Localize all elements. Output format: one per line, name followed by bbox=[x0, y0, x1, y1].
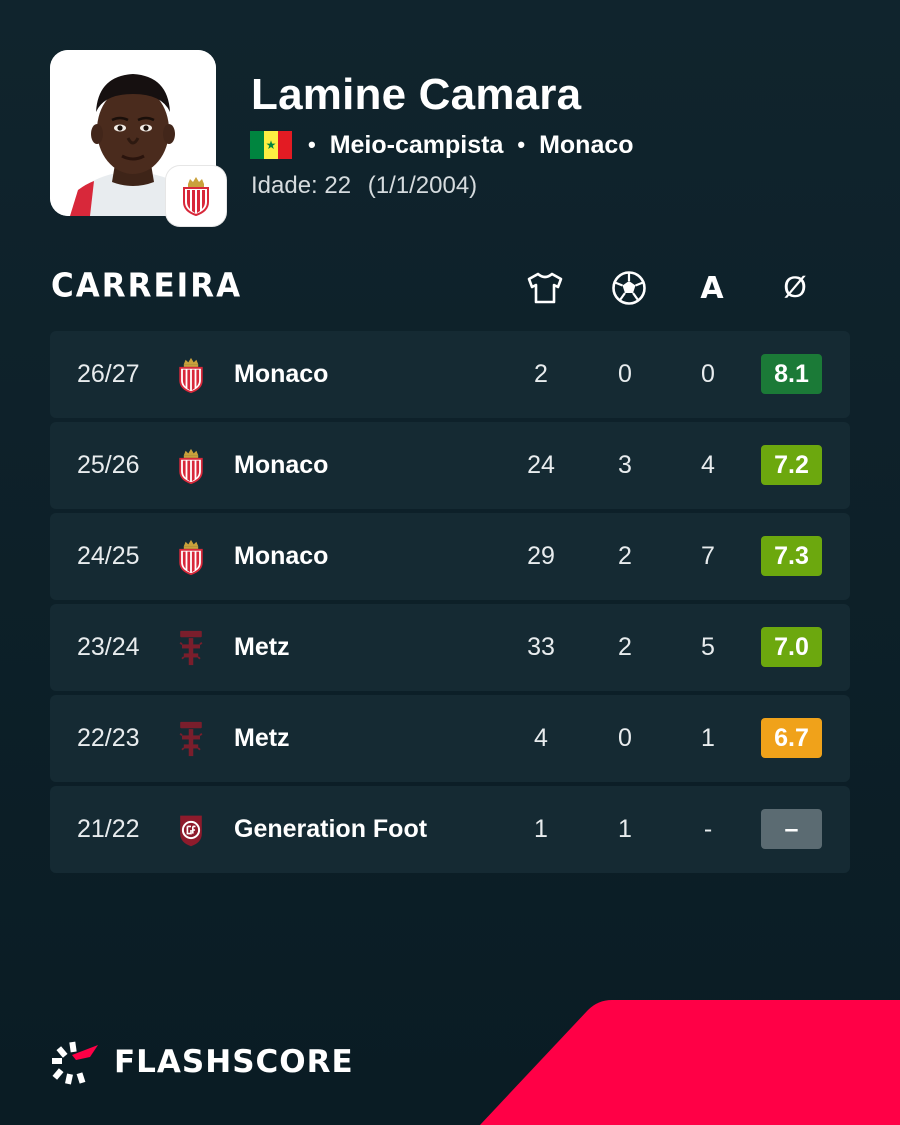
career-row[interactable]: 21/22 Generation Foot 1 1 - – bbox=[50, 786, 850, 873]
appearances-column-header bbox=[525, 268, 565, 308]
flashscore-brand: FLASHSCORE bbox=[50, 1039, 354, 1085]
appearances: 1 bbox=[534, 815, 548, 843]
goals: 3 bbox=[618, 451, 632, 479]
separator-dot: • bbox=[308, 132, 316, 157]
career-table: 26/27 Monaco 2 0 0 8.1 25/26 Monaco 24 3 4 7.2 24/25… bbox=[50, 331, 850, 877]
rating-badge: 7.2 bbox=[761, 445, 822, 485]
player-meta: ★ • Meio-campista • Monaco bbox=[250, 130, 634, 160]
goals: 0 bbox=[618, 724, 632, 752]
season: 23/24 bbox=[77, 633, 140, 661]
club-logo-icon bbox=[176, 812, 206, 848]
club-name: Generation Foot bbox=[234, 815, 428, 843]
appearances: 33 bbox=[527, 633, 555, 661]
rating-badge: 7.0 bbox=[761, 627, 822, 667]
club-name: Monaco bbox=[234, 451, 329, 479]
career-row[interactable]: 23/24 Metz 33 2 5 7.0 bbox=[50, 604, 850, 691]
senegal-flag-icon: ★ bbox=[250, 131, 292, 159]
player-name: Lamine Camara bbox=[251, 70, 582, 119]
club-logo-icon bbox=[176, 448, 206, 485]
season: 22/23 bbox=[77, 724, 140, 752]
separator-dot: • bbox=[517, 132, 526, 157]
jersey-icon bbox=[527, 272, 563, 304]
club-logo-icon bbox=[176, 357, 206, 394]
assists: 5 bbox=[701, 633, 715, 661]
flashscore-logo-icon bbox=[52, 1041, 98, 1085]
goals: 1 bbox=[618, 815, 632, 843]
flashscore-wordmark: FLASHSCORE bbox=[114, 1044, 354, 1080]
career-row[interactable]: 22/23 Metz 4 0 1 6.7 bbox=[50, 695, 850, 782]
season: 26/27 bbox=[77, 360, 140, 388]
rating-badge: 6.7 bbox=[761, 718, 822, 758]
player-age: Idade: 22 bbox=[251, 172, 352, 199]
club-name: Metz bbox=[234, 724, 290, 752]
player-position: Meio-campista bbox=[329, 130, 504, 159]
career-row[interactable]: 26/27 Monaco 2 0 0 8.1 bbox=[50, 331, 850, 418]
season: 24/25 bbox=[77, 542, 140, 570]
goals-column-header bbox=[609, 268, 649, 308]
appearances: 4 bbox=[534, 724, 548, 752]
goals: 2 bbox=[618, 633, 632, 661]
goals: 0 bbox=[618, 360, 632, 388]
current-club-badge bbox=[166, 166, 226, 226]
assists: 4 bbox=[701, 451, 715, 479]
career-title: CARREIRA bbox=[51, 267, 243, 305]
ball-icon bbox=[612, 271, 646, 305]
appearances: 2 bbox=[534, 360, 548, 388]
club-logo-icon bbox=[176, 721, 206, 757]
assists-column-header: A bbox=[700, 270, 724, 306]
player-age-line: Idade: 22 (1/1/2004) bbox=[251, 172, 477, 200]
assists: 0 bbox=[701, 360, 715, 388]
season: 21/22 bbox=[77, 815, 140, 843]
goals: 2 bbox=[618, 542, 632, 570]
appearances: 29 bbox=[527, 542, 555, 570]
appearances: 24 bbox=[527, 451, 555, 479]
season: 25/26 bbox=[77, 451, 140, 479]
rating-badge: – bbox=[761, 809, 822, 849]
club-logo-icon bbox=[176, 630, 206, 666]
monaco-crest-icon bbox=[183, 177, 209, 216]
club-name: Monaco bbox=[234, 360, 329, 388]
player-birth-date: (1/1/2004) bbox=[367, 172, 478, 199]
club-name: Metz bbox=[234, 633, 290, 661]
rating-badge: 7.3 bbox=[761, 536, 822, 576]
assists: 1 bbox=[701, 724, 715, 752]
assists: - bbox=[703, 815, 713, 843]
career-row[interactable]: 24/25 Monaco 29 2 7 7.3 bbox=[50, 513, 850, 600]
average-rating-column-header: Ø bbox=[783, 271, 807, 304]
career-row[interactable]: 25/26 Monaco 24 3 4 7.2 bbox=[50, 422, 850, 509]
club-logo-icon bbox=[176, 539, 206, 576]
club-name: Monaco bbox=[234, 542, 329, 570]
player-club: Monaco bbox=[539, 130, 634, 159]
assists: 7 bbox=[701, 542, 715, 570]
rating-badge: 8.1 bbox=[761, 354, 822, 394]
